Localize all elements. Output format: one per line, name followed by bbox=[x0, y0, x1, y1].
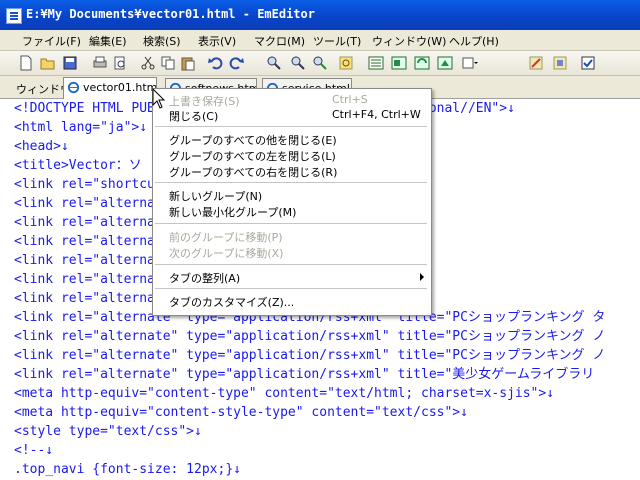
ie-file-icon bbox=[67, 81, 80, 94]
find-icon[interactable] bbox=[266, 55, 282, 71]
menu-search[interactable]: 検索(S) bbox=[143, 33, 181, 49]
menu-edit[interactable]: 編集(E) bbox=[89, 33, 127, 49]
menu-file[interactable]: ファイル(F) bbox=[22, 33, 81, 49]
editor-line: <link rel="alternate" type="application/… bbox=[14, 367, 595, 382]
window-icon-4[interactable] bbox=[437, 55, 453, 71]
editor-line: <style type="text/css">↓ bbox=[14, 424, 202, 439]
tab-vector01[interactable]: vector01.htm bbox=[63, 77, 157, 99]
toolbar bbox=[0, 51, 640, 76]
menu-bar: ファイル(F) 編集(E) 検索(S) 表示(V) マクロ(M) ツール(T) … bbox=[0, 30, 640, 51]
menu-item-close[interactable]: 閉じる(C) bbox=[169, 108, 218, 124]
menu-item-close-right[interactable]: グループのすべての右を閉じる(R) bbox=[169, 164, 337, 180]
cut-icon[interactable] bbox=[140, 55, 156, 71]
editor-line: <meta http-equiv="content-type" content=… bbox=[14, 386, 555, 401]
dropdown-icon[interactable] bbox=[462, 55, 478, 71]
shortcut-close: Ctrl+F4, Ctrl+W bbox=[332, 108, 421, 121]
menu-help[interactable]: ヘルプ(H) bbox=[449, 33, 499, 49]
tab-context-menu: 上書き保存(S) Ctrl+S 閉じる(C) Ctrl+F4, Ctrl+W グ… bbox=[152, 88, 432, 316]
window-title: E:¥My Documents¥vector01.html - EmEditor bbox=[26, 7, 315, 21]
save-icon[interactable] bbox=[62, 55, 78, 71]
menu-view[interactable]: 表示(V) bbox=[198, 33, 236, 49]
menu-window[interactable]: ウィンドウ(W) bbox=[372, 33, 446, 49]
menu-separator bbox=[155, 264, 427, 265]
app-icon[interactable] bbox=[6, 8, 22, 24]
mouse-pointer-icon bbox=[152, 88, 166, 109]
editor-line: <link rel="alternate" type="application/… bbox=[14, 329, 606, 344]
copy-icon[interactable] bbox=[160, 55, 176, 71]
editor-line: .top_navi {font-size: 12px;}↓ bbox=[14, 462, 241, 477]
highlight-icon[interactable] bbox=[338, 55, 354, 71]
menu-item-new-minimized-group[interactable]: 新しい最小化グループ(M) bbox=[169, 204, 296, 220]
menu-separator bbox=[155, 182, 427, 183]
editor-line: <link rel="alternate" type="application/… bbox=[14, 348, 606, 363]
open-icon[interactable] bbox=[40, 55, 56, 71]
shortcut-save: Ctrl+S bbox=[332, 93, 368, 106]
redo-icon[interactable] bbox=[228, 55, 244, 71]
menu-tools[interactable]: ツール(T) bbox=[313, 33, 361, 49]
menu-item-close-others[interactable]: グループのすべての他を閉じる(E) bbox=[169, 132, 337, 148]
menu-item-arrange-tabs[interactable]: タブの整列(A) bbox=[169, 270, 240, 286]
editor-line: <meta http-equiv="content-style-type" co… bbox=[14, 405, 468, 420]
editor-line: <head>↓ bbox=[14, 139, 69, 154]
menu-separator bbox=[155, 126, 427, 127]
menu-separator bbox=[155, 223, 427, 224]
config-icon-2[interactable] bbox=[552, 55, 568, 71]
undo-icon[interactable] bbox=[208, 55, 224, 71]
paste-icon[interactable] bbox=[180, 55, 196, 71]
menu-item-save[interactable]: 上書き保存(S) bbox=[169, 93, 240, 109]
find-prev-icon[interactable] bbox=[312, 55, 328, 71]
window-icon-3[interactable] bbox=[414, 55, 430, 71]
menu-item-customize-tabs[interactable]: タブのカスタマイズ(Z)... bbox=[169, 294, 294, 310]
check-icon[interactable] bbox=[580, 55, 596, 71]
config-icon-1[interactable] bbox=[528, 55, 544, 71]
menu-item-new-group[interactable]: 新しいグループ(N) bbox=[169, 188, 262, 204]
menu-item-close-left[interactable]: グループのすべての左を閉じる(L) bbox=[169, 148, 336, 164]
window-list-icon[interactable] bbox=[368, 55, 384, 71]
title-bar: E:¥My Documents¥vector01.html - EmEditor bbox=[0, 0, 640, 30]
window-icon-2[interactable] bbox=[391, 55, 407, 71]
editor-line: <html lang="ja">↓ bbox=[14, 120, 148, 135]
tab-label: vector01.htm bbox=[83, 81, 157, 94]
submenu-arrow-icon bbox=[420, 273, 424, 281]
editor-line: <!--↓ bbox=[14, 443, 54, 458]
menu-item-next-group[interactable]: 次のグループに移動(X) bbox=[169, 245, 283, 261]
find-next-icon[interactable] bbox=[290, 55, 306, 71]
menu-separator bbox=[155, 288, 427, 289]
new-icon[interactable] bbox=[18, 55, 34, 71]
menu-item-prev-group[interactable]: 前のグループに移動(P) bbox=[169, 229, 283, 245]
print-preview-icon[interactable] bbox=[112, 55, 128, 71]
print-icon[interactable] bbox=[92, 55, 108, 71]
menu-macro[interactable]: マクロ(M) bbox=[254, 33, 305, 49]
